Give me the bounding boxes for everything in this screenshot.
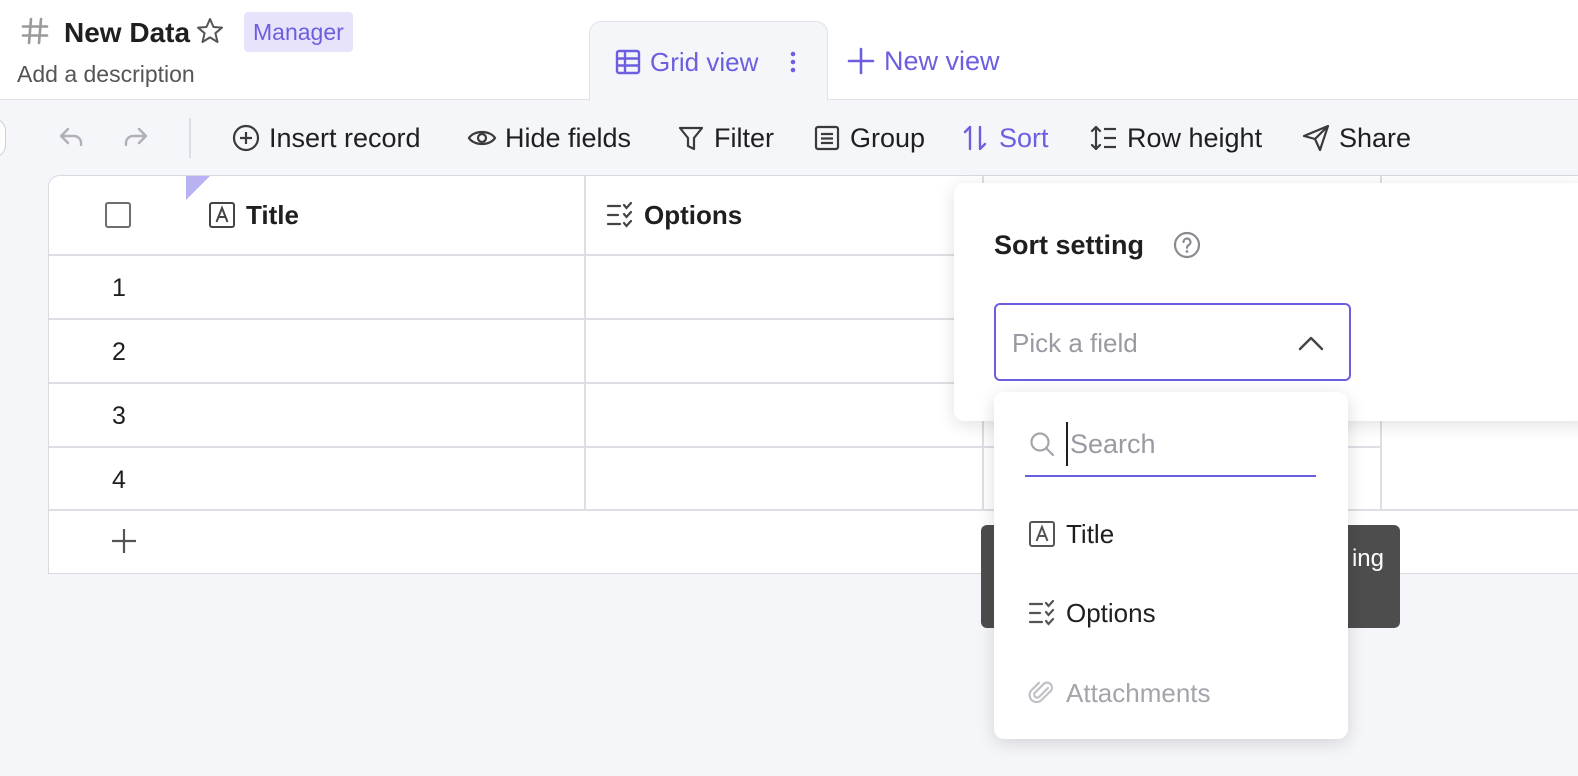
new-view-label: New view: [884, 45, 1000, 76]
header: New Data Manager Add a description Grid …: [0, 0, 1578, 101]
row-height-label: Row height: [1127, 122, 1263, 153]
share-icon: [1302, 124, 1330, 152]
pick-field-placeholder: Pick a field: [1012, 328, 1138, 358]
field-search-input[interactable]: [1066, 422, 1314, 466]
help-icon[interactable]: [1172, 230, 1202, 260]
group-icon: [814, 125, 840, 151]
field-option-title[interactable]: Title: [1028, 514, 1114, 554]
checklist-icon: [606, 201, 633, 228]
add-circle-icon: [232, 124, 260, 152]
column-header-label: Title: [246, 199, 299, 230]
sort-setting-panel: Sort setting Pick a field: [954, 183, 1578, 421]
field-option-label: Attachments: [1066, 677, 1211, 708]
row-number: 3: [112, 402, 126, 430]
field-option-attachments: Attachments: [1028, 673, 1211, 713]
row-number: 2: [112, 338, 126, 366]
plus-icon: [847, 47, 875, 75]
insert-record-button[interactable]: Insert record: [231, 120, 421, 156]
filter-icon: [678, 126, 704, 151]
sort-icon: [963, 125, 987, 151]
more-vertical-icon[interactable]: [786, 48, 800, 76]
select-all-checkbox[interactable]: [105, 202, 131, 228]
paperclip-icon: [1028, 681, 1054, 704]
hide-fields-label: Hide fields: [505, 122, 632, 153]
row-height-button[interactable]: Row height: [1089, 120, 1262, 156]
search-underline: [1025, 475, 1316, 477]
hash-icon: [21, 17, 49, 45]
eye-icon: [467, 130, 497, 146]
share-label: Share: [1339, 122, 1412, 153]
description-field[interactable]: Add a description: [17, 60, 195, 88]
column-divider: [584, 176, 586, 510]
new-view-button[interactable]: New view: [846, 42, 1000, 80]
field-option-options[interactable]: Options: [1028, 593, 1156, 633]
text-field-icon: [1029, 521, 1055, 547]
sort-setting-title: Sort setting: [994, 230, 1145, 260]
chevron-up-icon: [1298, 336, 1324, 351]
role-badge: Manager: [244, 12, 353, 52]
search-icon: [1030, 432, 1055, 457]
row-number: 1: [112, 274, 126, 302]
row-number: 4: [112, 466, 126, 494]
field-option-label: Options: [1066, 597, 1156, 628]
grid-view-icon: [615, 49, 641, 75]
filter-label: Filter: [714, 122, 774, 153]
frozen-column-marker: [186, 176, 210, 200]
group-label: Group: [850, 122, 926, 153]
add-row-icon[interactable]: [109, 526, 139, 556]
sort-button[interactable]: Sort: [961, 120, 1049, 156]
toolbar: Insert record Hide fields Filter Group S…: [0, 100, 1578, 176]
text-field-icon: [209, 202, 235, 228]
row-divider: [49, 509, 1578, 511]
tab-label: Grid view: [650, 47, 759, 77]
column-header-label: Options: [644, 199, 743, 230]
pick-field-select[interactable]: Pick a field: [994, 303, 1351, 381]
share-button[interactable]: Share: [1301, 120, 1411, 156]
field-option-label: Title: [1066, 518, 1115, 549]
star-icon[interactable]: [195, 16, 225, 46]
row-height-icon: [1090, 125, 1116, 151]
toast-text: ing: [1351, 545, 1384, 572]
column-header-options[interactable]: Options: [606, 198, 742, 232]
insert-record-label: Insert record: [269, 122, 421, 153]
field-dropdown: Title Options Attachments: [994, 392, 1348, 739]
hide-fields-button[interactable]: Hide fields: [467, 120, 631, 156]
column-header-title[interactable]: Title: [208, 198, 299, 232]
sort-label: Sort: [999, 122, 1049, 153]
page-title[interactable]: New Data: [64, 16, 190, 50]
group-button[interactable]: Group: [812, 120, 925, 156]
checklist-icon: [1028, 599, 1055, 626]
filter-button[interactable]: Filter: [676, 120, 774, 156]
tab-grid-view[interactable]: Grid view: [589, 21, 828, 101]
